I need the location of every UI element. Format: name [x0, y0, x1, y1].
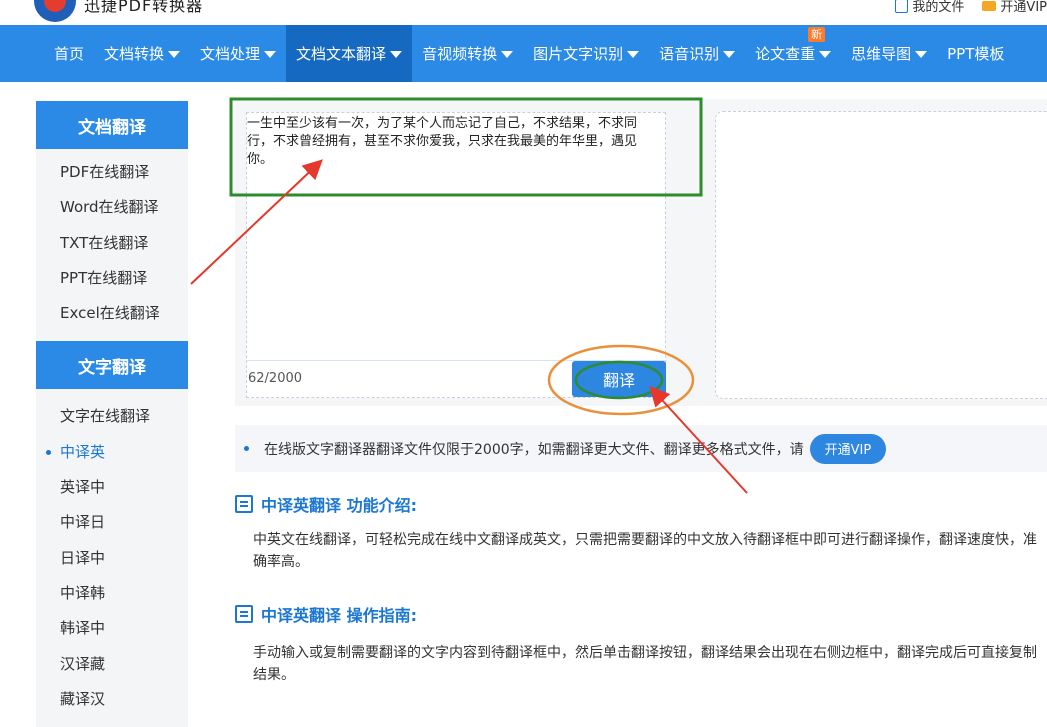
nav-av-convert[interactable]: 音视频转换 — [412, 25, 523, 82]
sidebar-item-zh-ja[interactable]: 中译日 — [36, 505, 188, 540]
sidebar-item-text-online[interactable]: 文字在线翻译 — [36, 399, 188, 434]
chevron-down-icon — [264, 51, 277, 58]
sidebar-header-doc: 文档翻译 — [36, 101, 188, 149]
my-files-link[interactable]: 我的文件 — [895, 0, 964, 15]
nav-label: 图片文字识别 — [533, 45, 624, 63]
sidebar-group-text: 文字在线翻译 中译英 英译中 中译日 日译中 中译韩 韩译中 汉译藏 藏译汉 — [36, 389, 188, 727]
sidebar-item-excel[interactable]: Excel在线翻译 — [36, 296, 188, 331]
intro-body: 中英文在线翻译，可轻松完成在线中文翻译成英文，只需把需要翻译的中文放入待翻译框中… — [253, 532, 1037, 570]
open-vip-link[interactable]: 开通VIP — [982, 0, 1047, 15]
sidebar-item-bo-zh[interactable]: 藏译汉 — [36, 682, 188, 717]
bullet-dot — [244, 446, 249, 451]
my-files-label: 我的文件 — [912, 0, 965, 15]
sidebar-item-zh-bo[interactable]: 汉译藏 — [36, 647, 188, 682]
sidebar-item-ppt[interactable]: PPT在线翻译 — [36, 261, 188, 296]
nav-label: PPT模板 — [947, 45, 1005, 63]
nav-doc-process[interactable]: 文档处理 — [190, 25, 286, 82]
sidebar-item-zh-ko[interactable]: 中译韩 — [36, 576, 188, 611]
main-nav: 首页 文档转换 文档处理 文档文本翻译 音视频转换 图片文字识别 语音识别 论文… — [0, 25, 1047, 82]
nav-home[interactable]: 首页 — [44, 25, 94, 82]
nav-ppt-template[interactable]: PPT模板 — [937, 25, 1014, 82]
limit-notice: 在线版文字翻译器翻译文件仅限于2000字，如需翻译更大文件、翻译更多格式文件，请… — [235, 425, 1047, 472]
chevron-down-icon — [501, 51, 514, 58]
top-right-links: 我的文件 开通VIP — [895, 0, 1047, 15]
nav-label: 论文查重 — [755, 45, 816, 63]
nav-label: 思维导图 — [851, 45, 912, 63]
nav-ocr[interactable]: 图片文字识别 — [523, 25, 649, 82]
sidebar-item-txt[interactable]: TXT在线翻译 — [36, 226, 188, 261]
open-vip-label: 开通VIP — [1000, 0, 1047, 15]
open-vip-button[interactable]: 开通VIP — [809, 433, 887, 464]
nav-doc-convert[interactable]: 文档转换 — [94, 25, 190, 82]
sidebar-item-word[interactable]: Word在线翻译 — [36, 190, 188, 225]
result-text-area[interactable] — [715, 111, 1047, 399]
chevron-down-icon — [627, 51, 640, 58]
sidebar-header-text: 文字翻译 — [36, 341, 188, 390]
sidebar-item-zh-en[interactable]: 中译英 — [36, 435, 188, 470]
intro-title-text: 中译英翻译 功能介绍: — [261, 496, 417, 515]
nav-label: 文档文本翻译 — [296, 45, 387, 63]
sidebar-group-doc: PDF在线翻译 Word在线翻译 TXT在线翻译 PPT在线翻译 Excel在线… — [36, 149, 188, 342]
nav-label: 文档处理 — [200, 45, 261, 63]
document-icon — [235, 495, 253, 513]
nav-label: 文档转换 — [104, 45, 165, 63]
source-text-area[interactable]: 一生中至少该有一次，为了某个人而忘记了自己，不求结果，不求同行，不求曾经拥有，甚… — [246, 112, 667, 398]
brand-logo-icon[interactable] — [34, 0, 76, 22]
nav-plagiarism[interactable]: 论文查重 新 — [745, 25, 841, 82]
sidebar-item-en-zh[interactable]: 英译中 — [36, 470, 188, 505]
top-strip: 迅捷PDF转换器 我的文件 开通VIP — [0, 0, 1047, 25]
guide-title: 中译英翻译 操作指南: — [235, 602, 417, 626]
nav-label: 音视频转换 — [422, 45, 498, 63]
intro-title: 中译英翻译 功能介绍: — [235, 492, 417, 516]
sidebar: 文档翻译 PDF在线翻译 Word在线翻译 TXT在线翻译 PPT在线翻译 Ex… — [36, 101, 188, 727]
guide-body: 手动输入或复制需要翻译的文字内容到待翻译框中，然后单击翻译按钮，翻译结果会出现在… — [253, 645, 1037, 683]
source-text[interactable]: 一生中至少该有一次，为了某个人而忘记了自己，不求结果，不求同行，不求曾经拥有，甚… — [247, 113, 657, 169]
sidebar-item-ko-zh[interactable]: 韩译中 — [36, 611, 188, 646]
new-badge: 新 — [808, 27, 826, 42]
guide-title-text: 中译英翻译 操作指南: — [261, 606, 417, 625]
nav-doc-translate[interactable]: 文档文本翻译 — [286, 25, 413, 82]
sidebar-item-ja-zh[interactable]: 日译中 — [36, 541, 188, 576]
chevron-down-icon — [168, 51, 181, 58]
chevron-down-icon — [915, 51, 928, 58]
edit-document-icon — [235, 605, 253, 623]
logo-inner — [44, 0, 66, 12]
char-count: 62/2000 — [248, 371, 303, 386]
file-icon — [895, 0, 909, 13]
chevron-down-icon — [390, 51, 403, 58]
brand-name[interactable]: 迅捷PDF转换器 — [84, 0, 203, 16]
nav-label: 语音识别 — [659, 45, 720, 63]
nav-speech[interactable]: 语音识别 — [649, 25, 745, 82]
nav-label: 首页 — [54, 45, 85, 63]
translate-button[interactable]: 翻译 — [572, 361, 666, 397]
notice-text: 在线版文字翻译器翻译文件仅限于2000字，如需翻译更大文件、翻译更多格式文件，请 — [264, 441, 804, 458]
chevron-down-icon — [723, 51, 736, 58]
nav-mindmap[interactable]: 思维导图 — [841, 25, 937, 82]
sidebar-item-pdf[interactable]: PDF在线翻译 — [36, 155, 188, 190]
chevron-down-icon — [819, 51, 832, 58]
vip-crown-icon — [982, 0, 997, 11]
